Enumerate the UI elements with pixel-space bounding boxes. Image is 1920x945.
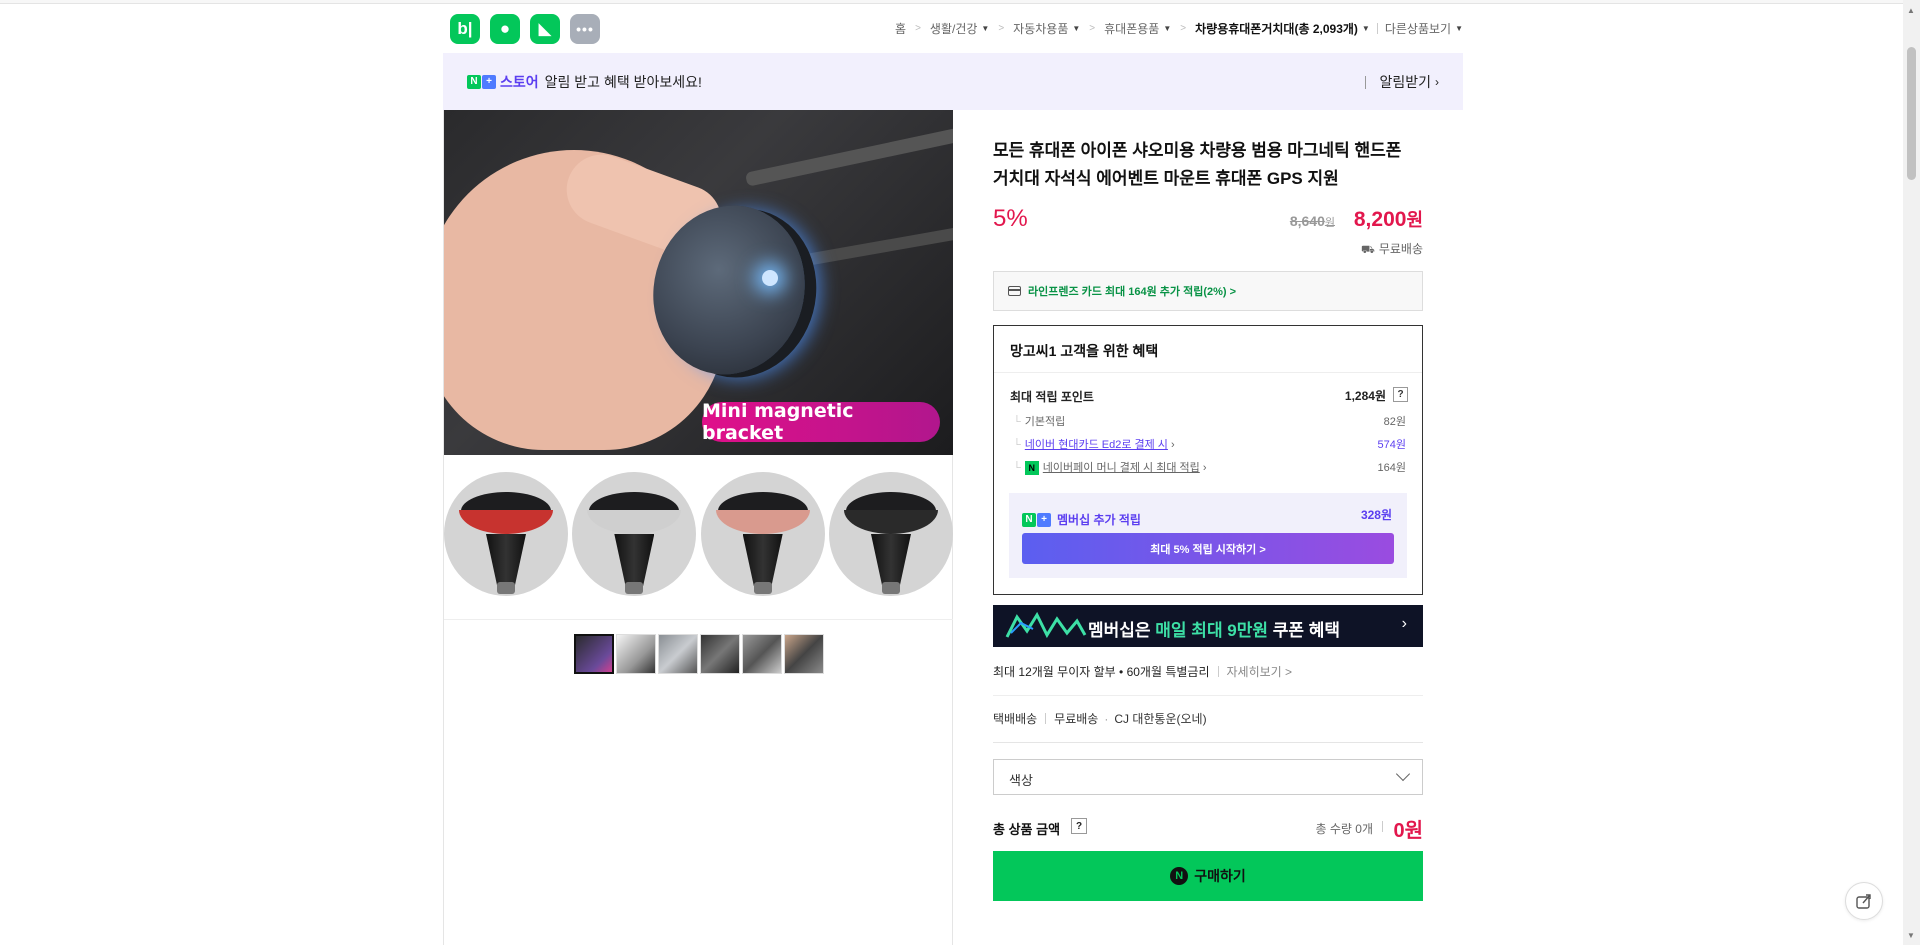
product-title: 모든 휴대폰 아이폰 샤오미용 차량용 범용 마그네틱 핸드폰 거치대 자석식 … (993, 141, 1402, 188)
thumbnail[interactable] (742, 634, 782, 674)
scroll-down-icon[interactable]: ▼ (1907, 931, 1915, 940)
installment-more-link[interactable]: 자세히보기 > (1227, 663, 1293, 680)
banner-message: 알림 받고 혜택 받아보세요! (544, 73, 702, 90)
benefit-box: 망고씨1 고객을 위한 혜택 최대 적립 포인트 1,284원 ? └ 기본적립 … (993, 325, 1423, 595)
share-icon (1856, 894, 1871, 909)
help-icon[interactable]: ? (1071, 818, 1087, 834)
bookmark-icon[interactable]: ◣ (530, 14, 560, 44)
chevron-down-icon (1395, 766, 1411, 782)
store-alarm-banner: N + 스토어 알림 받고 혜택 받아보세요! 알림받기 › (443, 53, 1463, 110)
thumbnail[interactable] (784, 634, 824, 674)
apple-icon[interactable]: ● (490, 14, 520, 44)
chevron-right-icon: › (1435, 75, 1439, 89)
delivery-info: 택배배송 무료배송 · CJ 대한통운(오네) (993, 711, 1207, 727)
installment-info: 최대 12개월 무이자 할부 • 60개월 특별금리 자세히보기 > (993, 663, 1293, 680)
shipping-info: ⛟ 무료배송 (1360, 242, 1423, 256)
chevron-right-icon: › (1401, 615, 1407, 632)
chevron-right-icon: > (915, 23, 921, 34)
nplus-store-logo: N + 스토어 (467, 72, 539, 92)
total-row: 총 상품 금액 ? 총 수량 0개 0원 (993, 812, 1423, 842)
scrollbar-thumb[interactable] (1907, 47, 1916, 180)
chevron-right-icon: > (998, 23, 1005, 34)
main-product-photo[interactable]: Mini magnetic bracket (444, 110, 953, 455)
start-membership-button[interactable]: 최대 5% 적립 시작하기 > (1022, 533, 1394, 564)
price-row: 5% 8,640원 8,200원 (993, 205, 1423, 235)
membership-label: 멤버십 추가 적립 (1057, 513, 1141, 527)
npay-icon: N (1024, 461, 1039, 476)
app-icons: b| ● ◣ ••• (450, 14, 600, 44)
caret-down-icon: ▼ (1072, 24, 1081, 33)
membership-points: 328원 (1360, 508, 1392, 522)
other-products-link[interactable]: 다른상품보기 ▼ (1385, 20, 1463, 37)
breadcrumb-item[interactable]: 자동차용품 ▼ (1013, 20, 1080, 37)
top-bar: b| ● ◣ ••• 홈 > 생활/건강 ▼ > 자동차용품 ▼ > 휴대폰용품 ▼ … (443, 14, 1463, 44)
blog-icon[interactable]: b| (450, 14, 480, 44)
breadcrumb-home[interactable]: 홈 (895, 20, 906, 37)
product-page: b| ● ◣ ••• 홈 > 생활/건강 ▼ > 자동차용품 ▼ > 휴대폰용품 ▼ … (443, 0, 1463, 945)
product-info-column: 모든 휴대폰 아이폰 샤오미용 차량용 범용 마그네틱 핸드폰 거치대 자석식 … (993, 110, 1423, 901)
color-option-select[interactable]: 색상 (993, 759, 1423, 795)
store-label: 스토어 (500, 73, 539, 90)
benefit-title: 망고씨1 고객을 위한 혜택 (994, 326, 1422, 373)
more-icon[interactable]: ••• (570, 14, 600, 44)
divider (444, 619, 953, 620)
divider (993, 695, 1423, 696)
thumbnail[interactable] (658, 634, 698, 674)
original-price: 8,640원 (1289, 213, 1335, 229)
divider (1365, 75, 1367, 89)
scrollbar[interactable]: ▲ ▼ (1903, 0, 1920, 945)
npay-money-link[interactable]: 네이버페이 머니 결제 시 최대 적립 (1043, 462, 1200, 474)
n-logo-icon: N (467, 74, 481, 89)
caret-down-icon: ▼ (1163, 24, 1172, 33)
max-points-row: 최대 적립 포인트 1,284원 ? (994, 386, 1422, 406)
membership-box: N + 멤버십 추가 적립 328원 최대 5% 적립 시작하기 > (1009, 493, 1407, 578)
help-icon[interactable]: ? (1393, 387, 1408, 402)
photo-caption: Mini magnetic bracket (702, 400, 940, 444)
breadcrumb-current[interactable]: 차량용휴대폰거치대(총 2,093개) ▼ (1195, 20, 1370, 37)
discount-rate: 5% (993, 205, 1028, 232)
thumbnail[interactable] (574, 634, 614, 674)
variant-black (828, 472, 953, 596)
truck-icon: ⛟ (1360, 244, 1375, 256)
variant-rose (700, 472, 825, 596)
plus-logo-icon: + (482, 74, 496, 89)
breadcrumb-item[interactable]: 생활/건강 ▼ (930, 20, 989, 37)
alarm-button[interactable]: 알림받기 › (1365, 72, 1439, 92)
total-amount: 0원 (1393, 820, 1423, 842)
buy-button[interactable]: N 구매하기 (993, 851, 1423, 901)
breadcrumb-item[interactable]: 휴대폰용품 ▼ (1104, 20, 1171, 37)
caret-down-icon: ▼ (1455, 24, 1463, 33)
divider (1376, 23, 1378, 34)
product-image-column: Mini magnetic bracket (443, 110, 953, 945)
thumbnail-strip (574, 634, 824, 674)
points-row: └ 기본적립 82원 (1013, 416, 1406, 428)
chevron-right-icon: > (1180, 23, 1187, 34)
thumbnail[interactable] (700, 634, 740, 674)
points-row: └ 네이버 현대카드 Ed2로 결제 시 › 574원 (1013, 439, 1406, 451)
membership-promo-banner[interactable]: 멤버십은 매일 최대 9만원 쿠폰 혜택 › (993, 605, 1423, 647)
variant-silver (572, 472, 697, 596)
color-variant-images (444, 472, 953, 600)
chevron-right-icon: > (1089, 23, 1096, 34)
thumbnail[interactable] (616, 634, 656, 674)
variant-red (444, 472, 568, 596)
credit-card-icon (1008, 286, 1021, 296)
divider (993, 742, 1423, 743)
caret-down-icon: ▼ (1361, 24, 1370, 33)
card-offer-box[interactable]: 라인프렌즈 카드 최대 164원 추가 적립(2%) > (993, 271, 1423, 311)
caret-down-icon: ▼ (981, 24, 990, 33)
sale-price: 8,200원 (1353, 208, 1423, 231)
hyundai-card-link[interactable]: 네이버 현대카드 Ed2로 결제 시 (1025, 439, 1168, 451)
points-row: └ N 네이버페이 머니 결제 시 최대 적립 › 164원 (1013, 461, 1406, 476)
total-quantity: 총 수량 0개 (1315, 822, 1373, 836)
nplus-logo: N + (1022, 512, 1051, 527)
membership-logo-icon (1005, 611, 1087, 639)
scroll-up-icon[interactable]: ▲ (1907, 6, 1915, 15)
npay-logo-icon: N (1170, 867, 1189, 885)
share-button[interactable] (1845, 882, 1883, 920)
breadcrumb: 홈 > 생활/건강 ▼ > 자동차용품 ▼ > 휴대폰용품 ▼ > 차량용휴대폰거치대… (895, 20, 1463, 37)
